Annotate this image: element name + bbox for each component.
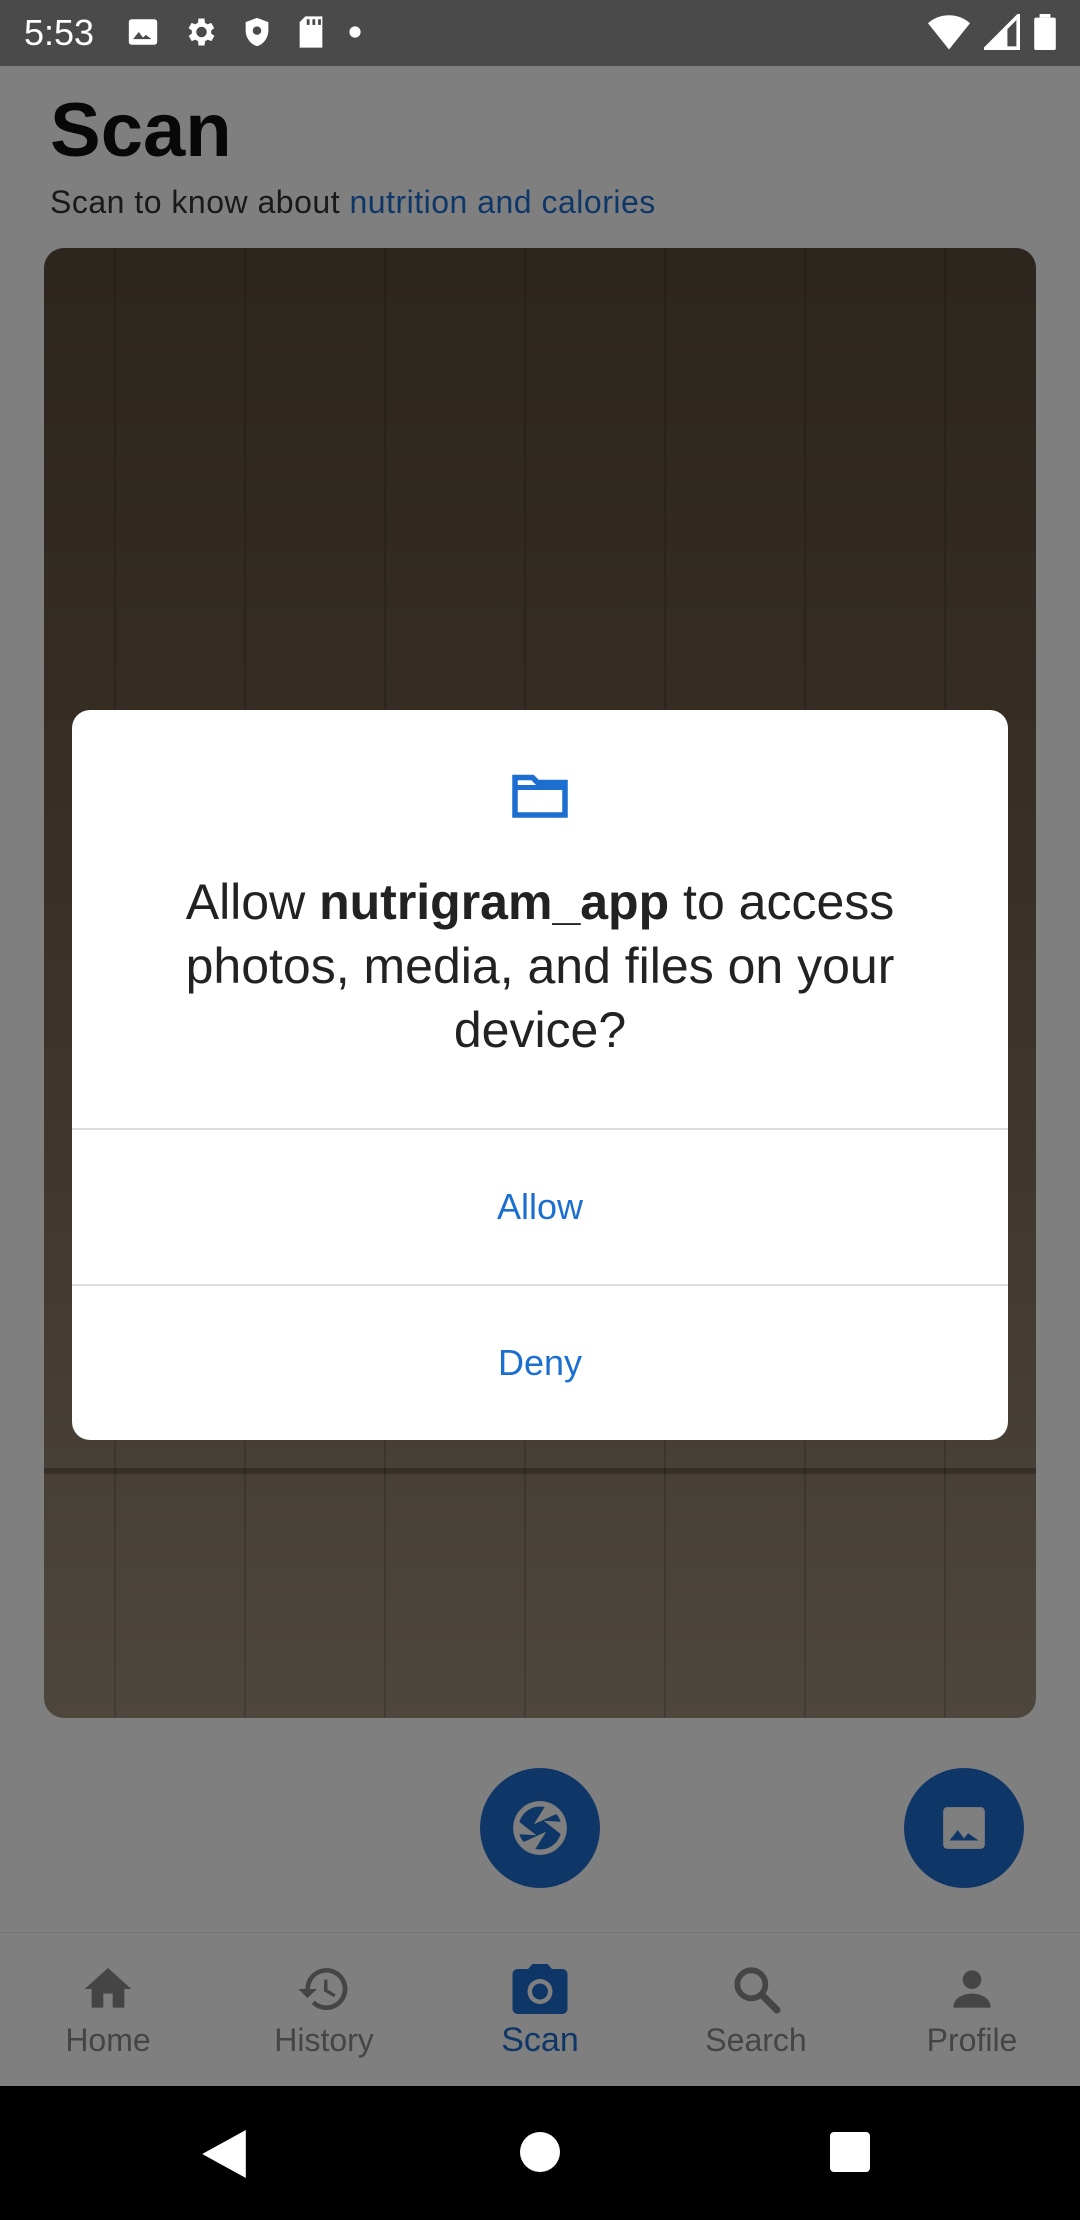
wifi-icon	[928, 15, 970, 50]
image-icon	[128, 19, 158, 45]
sd-card-icon	[299, 16, 323, 48]
system-navigation-bar	[0, 2086, 1080, 2220]
allow-button[interactable]: Allow	[72, 1130, 1008, 1284]
status-system-icons	[928, 14, 1056, 50]
home-button[interactable]	[520, 2132, 560, 2172]
back-icon[interactable]	[202, 2130, 246, 2178]
dot-icon	[349, 26, 361, 38]
gear-icon	[188, 18, 215, 46]
dialog-message: Allow nutrigram_app to access photos, me…	[132, 870, 948, 1062]
dialog-app-name: nutrigram_app	[319, 874, 670, 930]
permission-dialog: Allow nutrigram_app to access photos, me…	[72, 710, 1008, 1440]
folder-icon	[512, 774, 568, 818]
signal-icon	[984, 14, 1020, 50]
status-time: 5:53	[24, 12, 95, 53]
deny-button[interactable]: Deny	[72, 1286, 1008, 1440]
shield-icon	[245, 17, 269, 47]
status-notification-icons	[126, 14, 362, 50]
recent-apps-button[interactable]	[830, 2132, 870, 2172]
dialog-message-prefix: Allow	[185, 874, 320, 930]
status-bar: 5:53	[0, 0, 1080, 66]
battery-icon	[1034, 14, 1056, 50]
